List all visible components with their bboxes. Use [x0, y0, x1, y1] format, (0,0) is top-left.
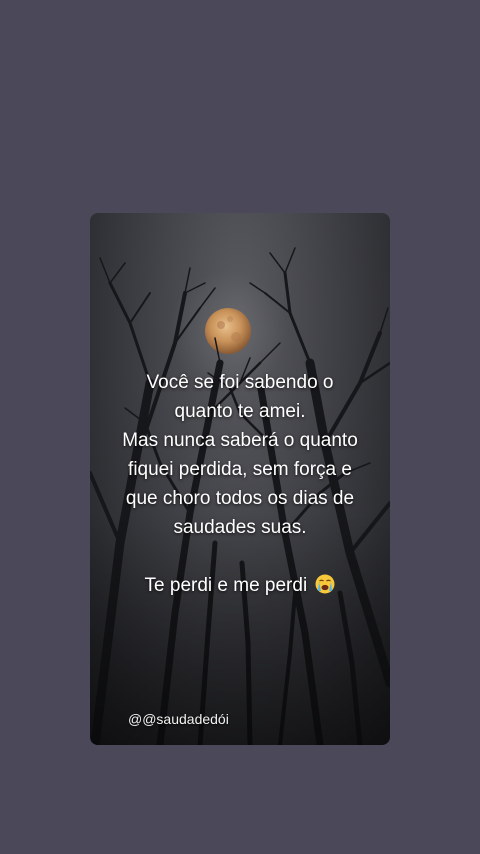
quote-line: saudades suas.	[173, 517, 307, 538]
author-handle[interactable]: @@saudadedói	[128, 711, 229, 727]
quote-line: Mas nunca saberá o quanto	[122, 430, 358, 451]
quote-text: Você se foi sabendo o quanto te amei. Ma…	[90, 368, 390, 600]
page-background: Você se foi sabendo o quanto te amei. Ma…	[0, 0, 480, 854]
crying-face-icon	[315, 574, 335, 594]
quote-line: fiquei perdida, sem força e	[128, 459, 352, 480]
full-moon	[205, 308, 251, 354]
story-image-card[interactable]: Você se foi sabendo o quanto te amei. Ma…	[90, 213, 390, 745]
quote-line: quanto te amei.	[174, 401, 306, 422]
closing-text: Te perdi e me perdi	[144, 575, 308, 596]
quote-line: Você se foi sabendo o	[146, 372, 334, 393]
closing-line: Te perdi e me perdi	[90, 571, 390, 600]
quote-line: que choro todos os dias de	[125, 488, 355, 509]
